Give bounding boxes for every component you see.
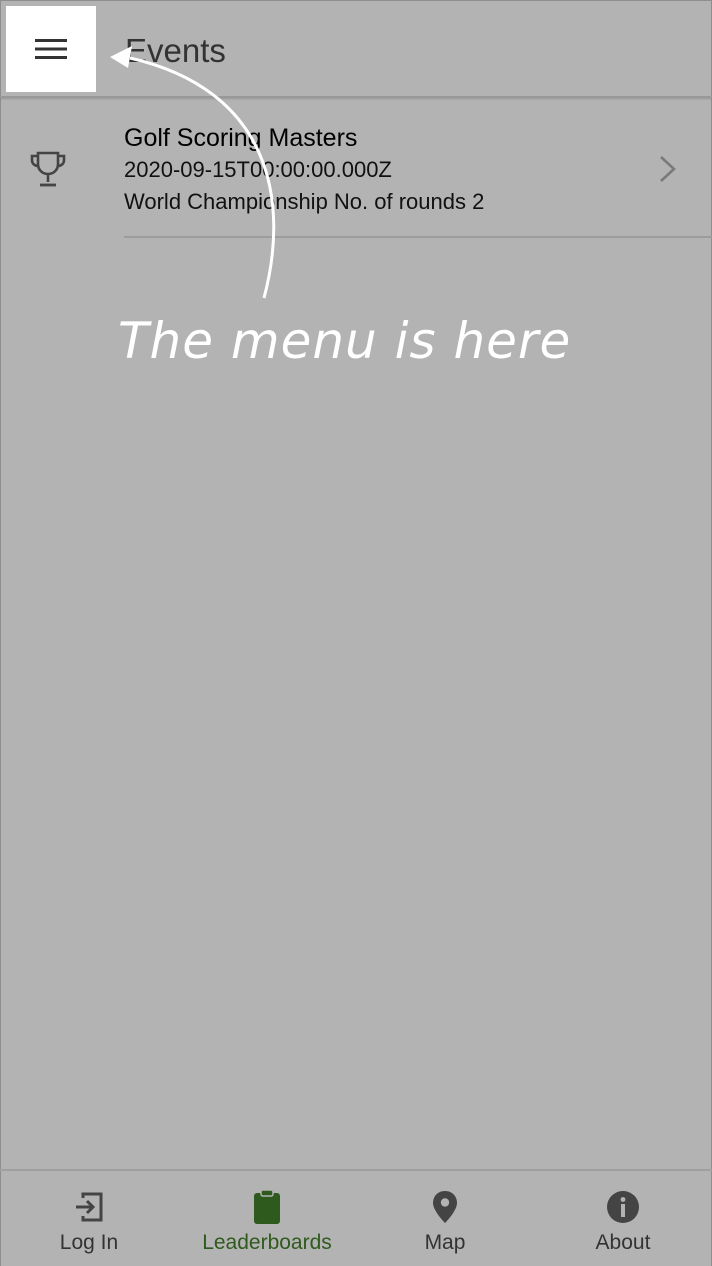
event-name: Golf Scoring Masters: [124, 124, 358, 152]
tab-log-in[interactable]: Log In: [0, 1171, 178, 1266]
event-texts: Golf Scoring Masters 2020-09-15T00:00:00…: [124, 122, 484, 218]
tab-label: Log In: [59, 1231, 119, 1254]
event-details: World Championship No. of rounds 2: [124, 189, 485, 214]
login-icon: [76, 1192, 103, 1222]
annotation-text: The menu is here: [118, 312, 572, 370]
trophy-icon: [30, 151, 66, 187]
clipboard-icon: [254, 1189, 280, 1224]
tab-label: Leaderboards: [202, 1231, 332, 1254]
chevron-right-icon: [660, 156, 676, 182]
tab-label: About: [595, 1231, 651, 1254]
tab-leaderboards[interactable]: Leaderboards: [178, 1171, 356, 1266]
tab-about[interactable]: About: [534, 1171, 712, 1266]
hamburger-menu-icon: [35, 39, 67, 59]
tab-map[interactable]: Map: [356, 1171, 534, 1266]
event-date: 2020-09-15T00:00:00.000Z: [124, 157, 392, 182]
tab-label: Map: [424, 1231, 466, 1254]
info-icon: [607, 1191, 639, 1223]
page-title: Events: [125, 32, 226, 69]
list-divider: [124, 236, 712, 238]
bottom-tab-bar: Log In Leaderboards Map About: [0, 1169, 712, 1266]
menu-button[interactable]: [6, 6, 96, 92]
map-pin-icon: [433, 1191, 457, 1223]
app-header: Events: [0, 0, 712, 98]
